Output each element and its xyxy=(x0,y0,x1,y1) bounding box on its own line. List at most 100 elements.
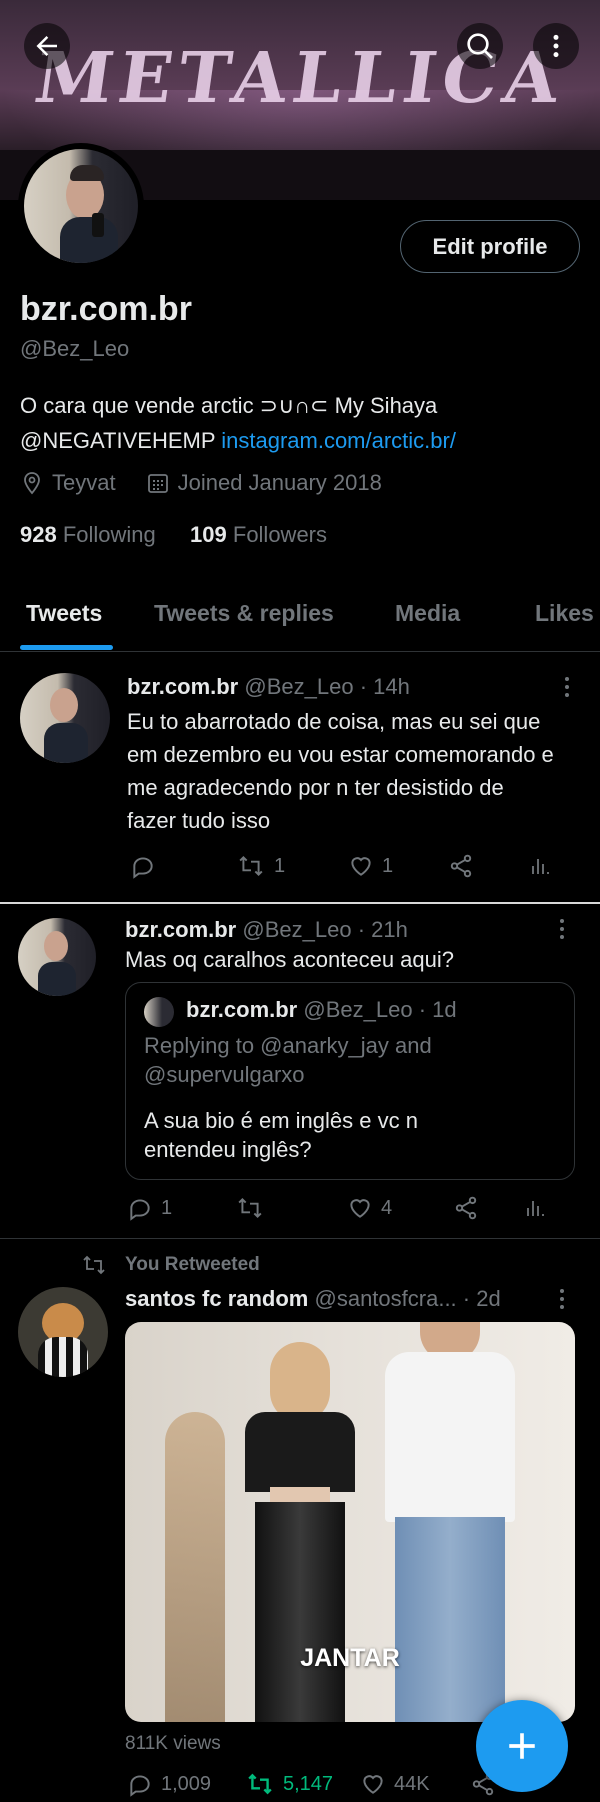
active-tab-indicator xyxy=(20,645,113,650)
tab-tweets-replies[interactable]: Tweets & replies xyxy=(154,600,334,627)
video-plant xyxy=(165,1412,225,1722)
profile-meta: Teyvat Joined January 2018 xyxy=(20,470,382,496)
reply-count: 1,009 xyxy=(161,1772,212,1795)
tab-tweets[interactable]: Tweets xyxy=(26,600,102,627)
reply-icon xyxy=(130,1199,150,1221)
like-button[interactable]: 1 xyxy=(348,853,448,879)
tweet-author-handle: @Bez_Leo xyxy=(242,917,352,942)
reply-icon xyxy=(133,857,153,879)
followers-link[interactable]: 109 Followers xyxy=(190,522,327,547)
follow-stats: 928 Following 109 Followers xyxy=(20,522,327,548)
location-icon xyxy=(24,472,40,495)
profile-handle: @Bez_Leo xyxy=(20,336,130,361)
analytics-icon xyxy=(527,1201,544,1216)
like-count: 1 xyxy=(382,854,394,877)
followers-count: 109 xyxy=(190,522,227,547)
tweet-more-icon[interactable] xyxy=(550,1287,574,1311)
retweet-count: 1 xyxy=(274,854,286,877)
retweet-count: 5,147 xyxy=(283,1772,334,1795)
tweet-time[interactable]: · 2d xyxy=(463,1286,501,1311)
profile-avatar-image xyxy=(24,149,138,263)
share-button[interactable] xyxy=(448,853,528,879)
back-button[interactable] xyxy=(24,23,70,69)
tweet-divider xyxy=(0,1238,600,1239)
tweet-time[interactable]: · 21h xyxy=(358,917,408,942)
tweet-video[interactable]: JANTAR xyxy=(125,1322,575,1722)
tweet-author-handle: @Bez_Leo xyxy=(244,674,354,699)
like-button[interactable]: 44K xyxy=(360,1771,470,1797)
tweet-avatar[interactable] xyxy=(18,1287,108,1377)
tweet-avatar[interactable] xyxy=(18,918,96,996)
tab-media[interactable]: Media xyxy=(395,600,460,627)
tweet-actions: 1 4 xyxy=(127,1195,567,1221)
tweet-text: Mas oq caralhos aconteceu aqui? xyxy=(125,947,454,972)
tweet-author-name[interactable]: bzr.com.br xyxy=(127,674,238,699)
reply-count: 1 xyxy=(161,1196,173,1219)
plus-icon xyxy=(509,1733,535,1759)
tweet-more-icon[interactable] xyxy=(550,917,574,941)
tweet-author-handle: @santosfcra... xyxy=(314,1286,457,1311)
profile-location: Teyvat xyxy=(52,470,116,495)
followers-label: Followers xyxy=(232,522,328,547)
tweet-time[interactable]: · 14h xyxy=(360,674,410,699)
edit-profile-button[interactable]: Edit profile xyxy=(400,220,580,273)
search-icon xyxy=(467,33,493,59)
quoted-replying-to: Replying to @anarky_jay and @supervulgar… xyxy=(144,1033,432,1087)
like-count: 44K xyxy=(394,1772,430,1795)
reply-button[interactable]: 1,009 xyxy=(127,1771,245,1797)
heart-icon xyxy=(350,1199,370,1218)
profile-bio: O cara que vende arctic ⊃∪∩⊂ My Sihaya @… xyxy=(20,388,580,458)
reply-icon xyxy=(130,1775,150,1797)
quoted-author-handle: @Bez_Leo xyxy=(303,997,413,1022)
screenshot-seam xyxy=(0,902,600,904)
reply-button[interactable] xyxy=(130,853,236,879)
tweet-avatar[interactable] xyxy=(20,673,110,763)
quoted-tweet[interactable]: bzr.com.br @Bez_Leo · 1d Replying to @an… xyxy=(125,982,575,1180)
tweet-header: bzr.com.br @Bez_Leo · 14h xyxy=(127,674,410,700)
share-button[interactable] xyxy=(453,1195,523,1221)
following-link[interactable]: 928 Following xyxy=(20,522,156,547)
quoted-time: · 1d xyxy=(418,997,457,1022)
quoted-header: bzr.com.br @Bez_Leo · 1d xyxy=(186,997,457,1023)
analytics-button[interactable] xyxy=(523,1195,547,1221)
reply-button[interactable]: 1 xyxy=(127,1195,235,1221)
following-count: 928 xyxy=(20,522,57,547)
banner-logo-text: METALLICA xyxy=(29,36,571,119)
analytics-button[interactable] xyxy=(528,853,552,879)
compose-tweet-button[interactable] xyxy=(476,1700,568,1792)
profile-avatar[interactable] xyxy=(18,143,144,269)
tweet-actions: 1 1 xyxy=(130,853,570,879)
tweet-text: Eu to abarrotado de coisa, mas eu sei qu… xyxy=(127,709,554,833)
analytics-icon xyxy=(532,859,549,874)
back-arrow-icon xyxy=(36,36,57,56)
profile-joined: Joined January 2018 xyxy=(177,470,382,495)
retweet-button[interactable]: 1 xyxy=(236,853,348,879)
tweet-header: santos fc random @santosfcra... · 2d xyxy=(125,1286,501,1312)
tweet-author-name[interactable]: bzr.com.br xyxy=(125,917,236,942)
like-count: 4 xyxy=(381,1196,393,1219)
share-icon xyxy=(450,854,472,878)
search-button[interactable] xyxy=(457,23,503,69)
more-options-button[interactable] xyxy=(533,23,579,69)
retweet-button[interactable]: 5,147 xyxy=(245,1771,360,1797)
profile-name: bzr.com.br xyxy=(20,290,192,328)
tweet-author-name[interactable]: santos fc random xyxy=(125,1286,308,1311)
retweet-button[interactable] xyxy=(235,1195,347,1221)
tab-likes[interactable]: Likes xyxy=(535,600,594,627)
quoted-author-name: bzr.com.br xyxy=(186,997,298,1022)
bio-link[interactable]: instagram.com/arctic.br/ xyxy=(221,428,456,453)
retweet-active-icon xyxy=(248,1773,272,1795)
heart-icon xyxy=(363,1775,383,1794)
quoted-avatar xyxy=(144,997,174,1027)
more-vertical-icon xyxy=(553,34,559,58)
tweet-header: bzr.com.br @Bez_Leo · 21h xyxy=(125,917,408,943)
tweet-more-icon[interactable] xyxy=(555,675,579,699)
retweet-icon xyxy=(239,855,263,877)
video-caption: JANTAR xyxy=(300,1644,400,1672)
following-label: Following xyxy=(62,522,156,547)
retweeted-icon xyxy=(83,1255,105,1275)
profile-tabs: Tweets Tweets & replies Media Likes xyxy=(0,590,600,652)
share-icon xyxy=(455,1196,477,1220)
retweeted-label: You Retweeted xyxy=(125,1254,260,1275)
like-button[interactable]: 4 xyxy=(347,1195,453,1221)
